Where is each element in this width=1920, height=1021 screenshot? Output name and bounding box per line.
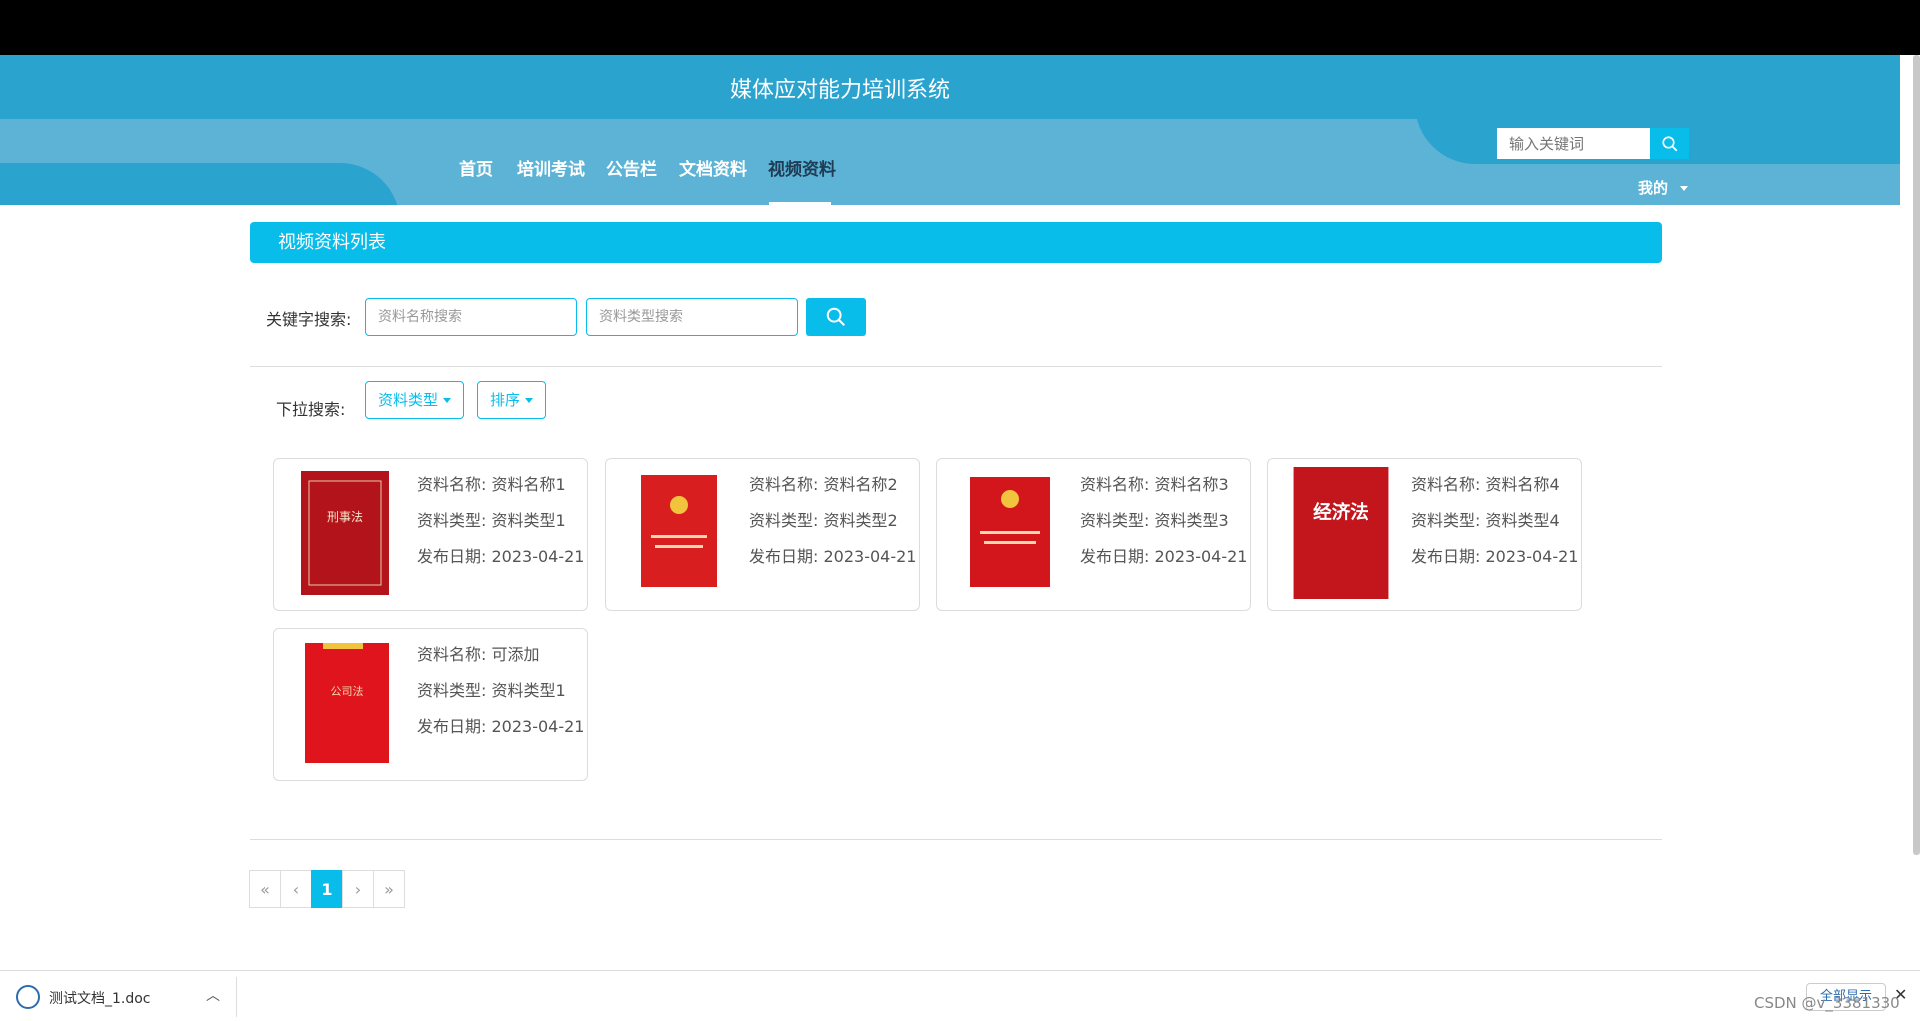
divider — [250, 366, 1662, 367]
document-file-icon — [16, 985, 40, 1009]
type-label: 资料类型: — [417, 511, 487, 530]
type-value: 资料类型3 — [1154, 511, 1229, 530]
type-value: 资料类型1 — [491, 511, 566, 530]
card-info: 资料名称: 资料名称3 资料类型: 资料类型3 发布日期: 2023-04-21 — [1080, 467, 1247, 575]
type-label: 资料类型: — [417, 681, 487, 700]
date-value: 2023-04-21 — [1154, 547, 1248, 566]
prev-page-button[interactable]: ‹ — [280, 870, 312, 908]
site-header: 媒体应对能力培训系统 — [0, 55, 1900, 119]
card-info: 资料名称: 资料名称4 资料类型: 资料类型4 发布日期: 2023-04-21 — [1411, 467, 1578, 575]
download-bar-separator — [236, 977, 237, 1017]
nav-item-home[interactable]: 首页 — [459, 155, 493, 180]
type-dropdown-button[interactable]: 资料类型 — [365, 381, 465, 419]
keyword-search-label: 关键字搜索: — [266, 310, 352, 329]
date-label: 发布日期: — [1080, 547, 1150, 566]
name-value: 资料名称4 — [1485, 475, 1560, 494]
book-cover-image: 公司法 — [305, 643, 389, 763]
decorative-wave-left — [0, 163, 400, 205]
window-top-bar — [0, 0, 1920, 55]
date-value: 2023-04-21 — [491, 547, 585, 566]
name-value: 可添加 — [491, 645, 540, 664]
page-scrollbar[interactable] — [1913, 55, 1920, 855]
card-info: 资料名称: 资料名称2 资料类型: 资料类型2 发布日期: 2023-04-21 — [749, 467, 916, 575]
divider — [250, 839, 1662, 840]
watermark-text: CSDN @v_3381330 — [1754, 994, 1900, 1012]
date-label: 发布日期: — [417, 717, 487, 736]
chevron-down-icon — [1680, 186, 1689, 191]
user-menu-label: 我的 — [1638, 179, 1669, 197]
date-label: 发布日期: — [417, 547, 487, 566]
date-label: 发布日期: — [749, 547, 819, 566]
book-cover-image — [970, 477, 1050, 587]
date-value: 2023-04-21 — [823, 547, 917, 566]
name-value: 资料名称3 — [1154, 475, 1229, 494]
type-label: 资料类型: — [749, 511, 819, 530]
caret-down-icon — [525, 398, 534, 403]
name-label: 资料名称: — [417, 645, 487, 664]
resource-card[interactable]: 资料名称: 资料名称2 资料类型: 资料类型2 发布日期: 2023-04-21 — [605, 458, 920, 611]
header-search-button[interactable] — [1650, 128, 1689, 159]
svg-text:经济法: 经济法 — [1313, 502, 1369, 524]
caret-down-icon — [443, 398, 452, 403]
search-icon — [826, 307, 845, 326]
type-search-input[interactable]: 资料类型搜索 — [586, 298, 798, 336]
card-info: 资料名称: 资料名称1 资料类型: 资料类型1 发布日期: 2023-04-21 — [417, 467, 584, 575]
sort-dropdown-label: 排序 — [490, 391, 521, 409]
type-value: 资料类型2 — [823, 511, 898, 530]
nav-item-documents[interactable]: 文档资料 — [679, 155, 747, 180]
user-menu[interactable]: 我的 — [1638, 177, 1689, 198]
type-value: 资料类型1 — [491, 681, 566, 700]
nav-band: 首页 培训考试 公告栏 文档资料 视频资料 我的 — [0, 119, 1900, 205]
svg-text:公司法: 公司法 — [331, 684, 364, 698]
resource-card[interactable]: 经济法 资料名称: 资料名称4 资料类型: 资料类型4 发布日期: 2023-0… — [1267, 458, 1582, 611]
nav-item-training-exam[interactable]: 培训考试 — [517, 155, 585, 180]
type-dropdown-label: 资料类型 — [378, 391, 439, 409]
chevron-up-icon[interactable]: ︿ — [206, 985, 220, 1005]
date-value: 2023-04-21 — [491, 717, 585, 736]
name-value: 资料名称1 — [491, 475, 566, 494]
name-label: 资料名称: — [749, 475, 819, 494]
date-value: 2023-04-21 — [1485, 547, 1579, 566]
name-label: 资料名称: — [417, 475, 487, 494]
svg-text:刑事法: 刑事法 — [327, 510, 363, 524]
name-label: 资料名称: — [1411, 475, 1481, 494]
download-bar: 测试文档_1.doc ︿ 全部显示 ✕ — [0, 970, 1920, 1021]
resource-card[interactable]: 资料名称: 资料名称3 资料类型: 资料类型3 发布日期: 2023-04-21 — [936, 458, 1251, 611]
type-label: 资料类型: — [1080, 511, 1150, 530]
book-cover-image: 经济法 — [1293, 467, 1389, 599]
book-cover-image — [641, 475, 717, 587]
nav-active-indicator — [769, 202, 831, 205]
dropdown-search-label: 下拉搜索: — [276, 400, 346, 419]
sort-dropdown-button[interactable]: 排序 — [477, 381, 547, 419]
card-info: 资料名称: 可添加 资料类型: 资料类型1 发布日期: 2023-04-21 — [417, 637, 584, 745]
keyword-search-button[interactable] — [806, 298, 866, 336]
name-search-input[interactable]: 资料名称搜索 — [365, 298, 577, 336]
type-value: 资料类型4 — [1485, 511, 1560, 530]
name-label: 资料名称: — [1080, 475, 1150, 494]
section-title: 视频资料列表 — [250, 222, 1662, 263]
name-value: 资料名称2 — [823, 475, 898, 494]
pagination: « ‹ 1 › » — [249, 870, 405, 908]
first-page-button[interactable]: « — [249, 870, 281, 908]
type-label: 资料类型: — [1411, 511, 1481, 530]
next-page-button[interactable]: › — [342, 870, 374, 908]
page-button-current[interactable]: 1 — [311, 870, 343, 908]
book-cover-image: 刑事法 — [301, 471, 389, 595]
nav-item-bulletin[interactable]: 公告栏 — [606, 155, 657, 180]
download-file-name[interactable]: 测试文档_1.doc — [49, 988, 151, 1008]
nav-item-videos[interactable]: 视频资料 — [768, 155, 836, 180]
site-title: 媒体应对能力培训系统 — [729, 78, 950, 103]
search-icon — [1661, 135, 1677, 151]
resource-card[interactable]: 公司法 资料名称: 可添加 资料类型: 资料类型1 发布日期: 2023-04-… — [273, 628, 588, 781]
resource-card[interactable]: 刑事法 资料名称: 资料名称1 资料类型: 资料类型1 发布日期: 2023-0… — [273, 458, 588, 611]
date-label: 发布日期: — [1411, 547, 1481, 566]
last-page-button[interactable]: » — [373, 870, 405, 908]
